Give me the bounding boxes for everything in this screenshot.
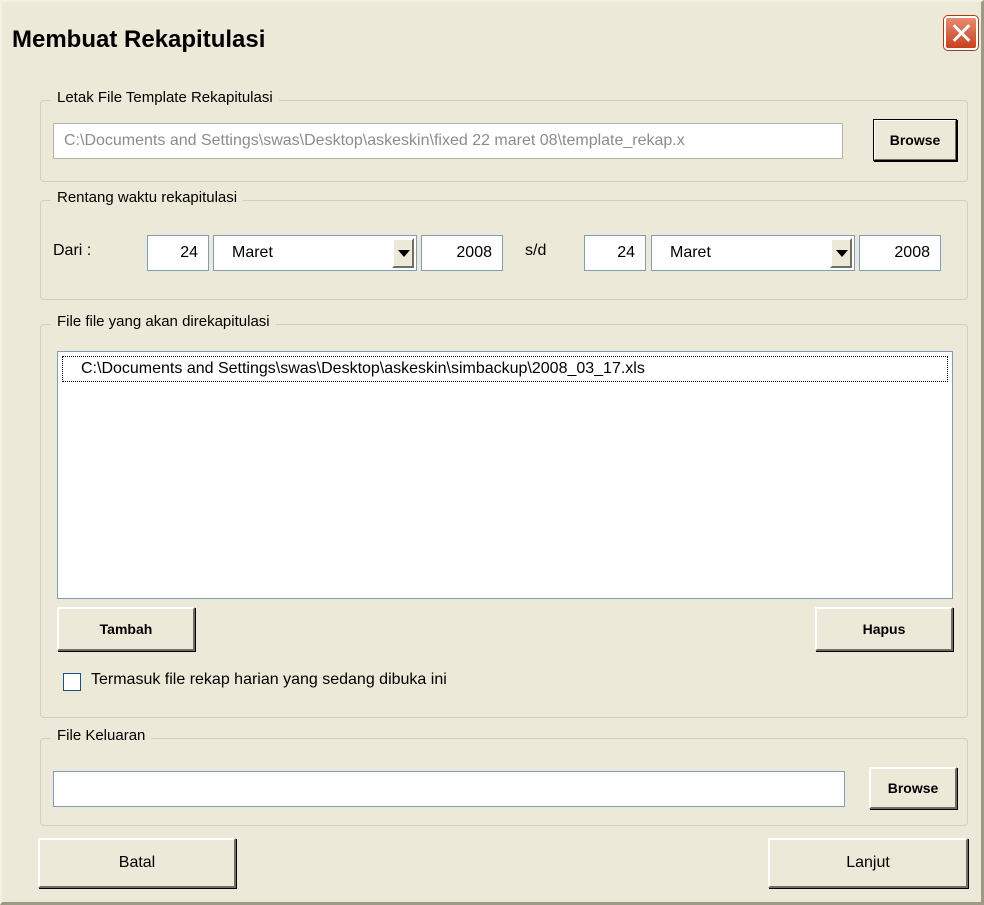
from-month-select[interactable]: Maret [213,235,417,271]
to-month-select[interactable]: Maret [651,235,855,271]
template-path-input[interactable]: C:\Documents and Settings\swas\Desktop\a… [53,123,843,159]
from-month-value: Maret [232,244,273,261]
output-browse-button[interactable]: Browse [869,767,957,809]
to-day-input[interactable]: 24 [584,235,646,271]
list-item[interactable]: C:\Documents and Settings\swas\Desktop\a… [62,356,948,382]
close-icon[interactable] [944,16,978,50]
from-label: Dari : [53,242,92,259]
files-group: File file yang akan direkapitulasi C:\Do… [40,313,968,718]
to-month-dropdown-icon[interactable] [830,238,852,268]
template-group: Letak File Template Rekapitulasi C:\Docu… [40,89,968,182]
dialog-window: Membuat Rekapitulasi Letak File Template… [0,0,984,905]
add-file-button[interactable]: Tambah [57,607,195,651]
files-group-legend: File file yang akan direkapitulasi [51,313,276,330]
cancel-button[interactable]: Batal [38,838,236,888]
to-month-value: Maret [670,244,711,261]
next-button[interactable]: Lanjut [768,838,968,888]
output-group: File Keluaran Browse [40,727,968,826]
range-separator: s/d [525,242,547,259]
template-group-legend: Letak File Template Rekapitulasi [51,89,279,106]
range-group: Rentang waktu rekapitulasi Dari : 24 Mar… [40,189,968,300]
include-open-rekap-label: Termasuk file rekap harian yang sedang d… [91,671,447,688]
range-group-legend: Rentang waktu rekapitulasi [51,189,244,206]
to-year-input[interactable]: 2008 [859,235,941,271]
title-bar: Membuat Rekapitulasi [2,2,981,74]
output-path-input[interactable] [53,771,845,807]
from-month-dropdown-icon[interactable] [392,238,414,268]
files-listbox[interactable]: C:\Documents and Settings\swas\Desktop\a… [57,351,953,599]
from-year-input[interactable]: 2008 [421,235,503,271]
remove-file-button[interactable]: Hapus [815,607,953,651]
window-title: Membuat Rekapitulasi [12,26,266,53]
output-group-legend: File Keluaran [51,727,152,744]
include-open-rekap-checkbox[interactable] [63,673,81,691]
from-day-input[interactable]: 24 [147,235,209,271]
template-browse-button[interactable]: Browse [873,119,957,161]
